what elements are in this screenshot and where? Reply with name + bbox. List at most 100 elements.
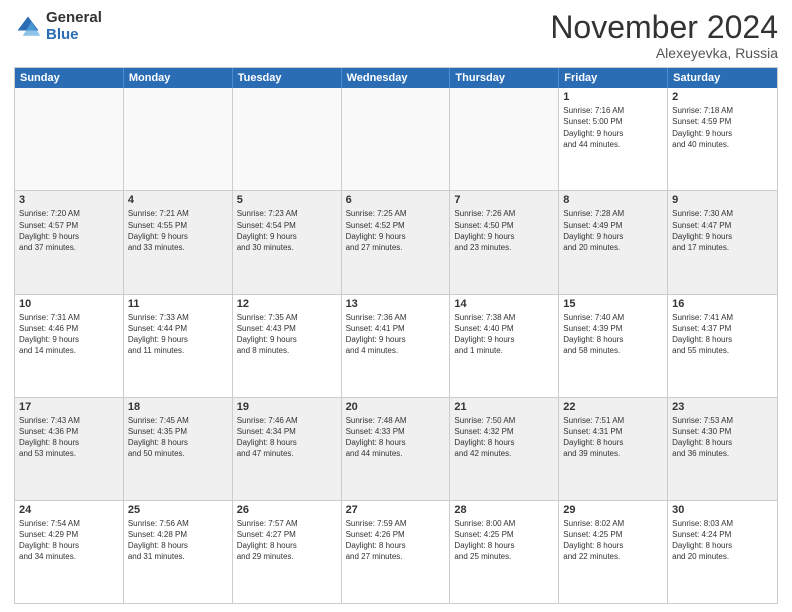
day-number: 23 [672,401,773,413]
day-info: Sunrise: 7:41 AM Sunset: 4:37 PM Dayligh… [672,312,773,357]
calendar-cell-2-1: 3Sunrise: 7:20 AM Sunset: 4:57 PM Daylig… [15,191,124,293]
day-info: Sunrise: 7:21 AM Sunset: 4:55 PM Dayligh… [128,208,228,253]
calendar-cell-4-4: 20Sunrise: 7:48 AM Sunset: 4:33 PM Dayli… [342,398,451,500]
logo: General Blue [14,10,102,43]
day-number: 5 [237,194,337,206]
location: Alexeyevka, Russia [550,45,778,61]
day-info: Sunrise: 7:16 AM Sunset: 5:00 PM Dayligh… [563,105,663,150]
day-number: 14 [454,298,554,310]
day-info: Sunrise: 7:31 AM Sunset: 4:46 PM Dayligh… [19,312,119,357]
calendar-cell-5-4: 27 Sunrise: 7:59 AM Sunset: 4:26 PM Dayli… [342,501,451,603]
header-friday: Friday [559,68,668,88]
day-info: Sunrise: 7:33 AM Sunset: 4:44 PM Dayligh… [128,312,228,357]
day-info: Sunrise: 7:54 AM Sunset: 4:29 PM Dayligh… [19,518,119,563]
calendar-cell-2-5: 7 Sunrise: 7:26 AM Sunset: 4:50 PM Daylig… [450,191,559,293]
month-title: November 2024 [550,10,778,45]
day-number: 30 [672,504,773,516]
calendar-cell-2-4: 6 Sunrise: 7:25 AM Sunset: 4:52 PM Daylig… [342,191,451,293]
calendar-cell-1-1 [15,88,124,190]
header-wednesday: Wednesday [342,68,451,88]
calendar-cell-4-1: 17Sunrise: 7:43 AM Sunset: 4:36 PM Dayli… [15,398,124,500]
day-number: 27 [346,504,446,516]
calendar-cell-5-1: 24 Sunrise: 7:54 AM Sunset: 4:29 PM Dayli… [15,501,124,603]
calendar-cell-3-7: 16 Sunrise: 7:41 AM Sunset: 4:37 PM Dayli… [668,295,777,397]
day-number: 7 [454,194,554,206]
logo-general: General [46,10,102,27]
calendar-cell-2-6: 8 Sunrise: 7:28 AM Sunset: 4:49 PM Daylig… [559,191,668,293]
day-number: 26 [237,504,337,516]
day-info: Sunrise: 7:56 AM Sunset: 4:28 PM Dayligh… [128,518,228,563]
day-number: 12 [237,298,337,310]
day-info: Sunrise: 7:23 AM Sunset: 4:54 PM Dayligh… [237,208,337,253]
calendar-cell-4-3: 19Sunrise: 7:46 AM Sunset: 4:34 PM Dayli… [233,398,342,500]
day-number: 8 [563,194,663,206]
calendar-cell-1-3 [233,88,342,190]
day-number: 1 [563,91,663,103]
day-number: 11 [128,298,228,310]
header-thursday: Thursday [450,68,559,88]
calendar-cell-3-5: 14 Sunrise: 7:38 AM Sunset: 4:40 PM Dayli… [450,295,559,397]
calendar: Sunday Monday Tuesday Wednesday Thursday… [14,67,778,604]
day-number: 4 [128,194,228,206]
calendar-cell-3-2: 11 Sunrise: 7:33 AM Sunset: 4:44 PM Dayli… [124,295,233,397]
day-info: Sunrise: 7:57 AM Sunset: 4:27 PM Dayligh… [237,518,337,563]
day-number: 6 [346,194,446,206]
header-tuesday: Tuesday [233,68,342,88]
calendar-body: 1 Sunrise: 7:16 AM Sunset: 5:00 PM Daylig… [15,88,777,603]
day-info: Sunrise: 7:35 AM Sunset: 4:43 PM Dayligh… [237,312,337,357]
day-number: 25 [128,504,228,516]
day-info: Sunrise: 7:28 AM Sunset: 4:49 PM Dayligh… [563,208,663,253]
day-number: 24 [19,504,119,516]
day-number: 29 [563,504,663,516]
calendar-cell-1-5 [450,88,559,190]
logo-text: General Blue [46,10,102,43]
calendar-cell-4-5: 21Sunrise: 7:50 AM Sunset: 4:32 PM Dayli… [450,398,559,500]
day-info: Sunrise: 8:03 AM Sunset: 4:24 PM Dayligh… [672,518,773,563]
day-number: 10 [19,298,119,310]
header-sunday: Sunday [15,68,124,88]
day-number: 13 [346,298,446,310]
day-info: Sunrise: 7:48 AM Sunset: 4:33 PM Dayligh… [346,415,446,460]
day-info: Sunrise: 7:25 AM Sunset: 4:52 PM Dayligh… [346,208,446,253]
day-info: Sunrise: 7:59 AM Sunset: 4:26 PM Dayligh… [346,518,446,563]
calendar-cell-4-2: 18Sunrise: 7:45 AM Sunset: 4:35 PM Dayli… [124,398,233,500]
day-info: Sunrise: 7:18 AM Sunset: 4:59 PM Dayligh… [672,105,773,150]
calendar-header: Sunday Monday Tuesday Wednesday Thursday… [15,68,777,88]
day-info: Sunrise: 7:26 AM Sunset: 4:50 PM Dayligh… [454,208,554,253]
calendar-cell-2-3: 5 Sunrise: 7:23 AM Sunset: 4:54 PM Daylig… [233,191,342,293]
calendar-cell-5-7: 30 Sunrise: 8:03 AM Sunset: 4:24 PM Dayli… [668,501,777,603]
day-info: Sunrise: 7:30 AM Sunset: 4:47 PM Dayligh… [672,208,773,253]
calendar-cell-3-1: 10 Sunrise: 7:31 AM Sunset: 4:46 PM Dayli… [15,295,124,397]
day-info: Sunrise: 7:50 AM Sunset: 4:32 PM Dayligh… [454,415,554,460]
calendar-cell-5-2: 25 Sunrise: 7:56 AM Sunset: 4:28 PM Dayli… [124,501,233,603]
calendar-cell-3-3: 12 Sunrise: 7:35 AM Sunset: 4:43 PM Dayli… [233,295,342,397]
calendar-week-1: 1 Sunrise: 7:16 AM Sunset: 5:00 PM Daylig… [15,88,777,191]
calendar-week-3: 10 Sunrise: 7:31 AM Sunset: 4:46 PM Dayli… [15,295,777,398]
calendar-cell-4-7: 23Sunrise: 7:53 AM Sunset: 4:30 PM Dayli… [668,398,777,500]
calendar-week-4: 17Sunrise: 7:43 AM Sunset: 4:36 PM Dayli… [15,398,777,501]
day-number: 16 [672,298,773,310]
calendar-cell-2-7: 9Sunrise: 7:30 AM Sunset: 4:47 PM Daylig… [668,191,777,293]
logo-icon [14,13,42,41]
day-info: Sunrise: 7:36 AM Sunset: 4:41 PM Dayligh… [346,312,446,357]
calendar-week-5: 24 Sunrise: 7:54 AM Sunset: 4:29 PM Dayli… [15,501,777,603]
calendar-cell-1-2 [124,88,233,190]
day-info: Sunrise: 7:38 AM Sunset: 4:40 PM Dayligh… [454,312,554,357]
day-number: 19 [237,401,337,413]
day-info: Sunrise: 7:51 AM Sunset: 4:31 PM Dayligh… [563,415,663,460]
day-info: Sunrise: 7:43 AM Sunset: 4:36 PM Dayligh… [19,415,119,460]
calendar-cell-5-6: 29Sunrise: 8:02 AM Sunset: 4:25 PM Dayli… [559,501,668,603]
calendar-cell-3-4: 13 Sunrise: 7:36 AM Sunset: 4:41 PM Dayli… [342,295,451,397]
title-section: November 2024 Alexeyevka, Russia [550,10,778,61]
day-info: Sunrise: 7:45 AM Sunset: 4:35 PM Dayligh… [128,415,228,460]
calendar-cell-1-7: 2Sunrise: 7:18 AM Sunset: 4:59 PM Daylig… [668,88,777,190]
header-saturday: Saturday [668,68,777,88]
calendar-cell-5-5: 28Sunrise: 8:00 AM Sunset: 4:25 PM Dayli… [450,501,559,603]
calendar-week-2: 3Sunrise: 7:20 AM Sunset: 4:57 PM Daylig… [15,191,777,294]
day-number: 15 [563,298,663,310]
calendar-cell-5-3: 26 Sunrise: 7:57 AM Sunset: 4:27 PM Dayli… [233,501,342,603]
calendar-cell-4-6: 22Sunrise: 7:51 AM Sunset: 4:31 PM Dayli… [559,398,668,500]
calendar-cell-2-2: 4 Sunrise: 7:21 AM Sunset: 4:55 PM Daylig… [124,191,233,293]
logo-blue: Blue [46,27,102,44]
day-info: Sunrise: 7:20 AM Sunset: 4:57 PM Dayligh… [19,208,119,253]
